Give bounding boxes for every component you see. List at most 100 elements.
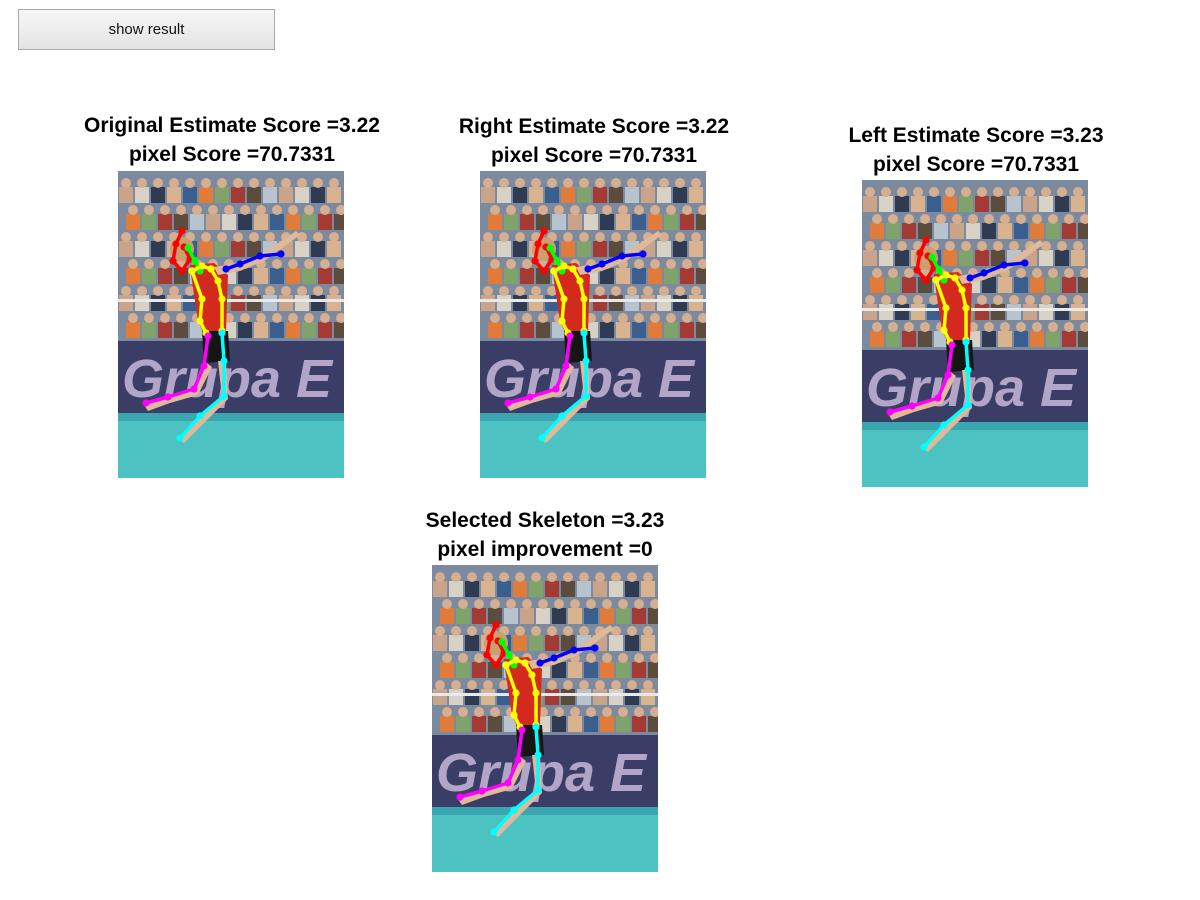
skeleton-head-joint bbox=[540, 227, 548, 235]
panel-original-pixel-score: pixel Score =70.7331 bbox=[128, 143, 336, 166]
skeleton-left-leg-joint bbox=[504, 399, 512, 407]
skeleton-right-leg-joint bbox=[920, 443, 928, 451]
skeleton-right-arm-joint bbox=[1021, 259, 1029, 267]
skeleton-right-leg-joint bbox=[964, 366, 972, 374]
figure-window: show result Original Estimate Score =3.2… bbox=[0, 0, 1200, 900]
skeleton-left-leg-joint bbox=[142, 399, 150, 407]
skeleton-shoulders-joint bbox=[188, 267, 196, 275]
panel-selected-pixel-improvement: pixel improvement =0 bbox=[437, 538, 653, 561]
skeleton-torso-right-joint bbox=[958, 286, 966, 294]
skeleton-neck-joint bbox=[184, 244, 192, 252]
show-result-button[interactable]: show result bbox=[18, 9, 275, 50]
skeleton-right-leg-joint bbox=[220, 392, 228, 400]
skeleton-right-arm-joint bbox=[980, 269, 988, 277]
skeleton-right-arm-joint bbox=[536, 659, 544, 667]
skeleton-right-arm-joint bbox=[591, 644, 599, 652]
skeleton-torso-right-joint bbox=[528, 671, 536, 679]
skeleton-shoulders-joint bbox=[932, 276, 940, 284]
skeleton-right-leg-joint bbox=[582, 392, 590, 400]
skeleton-right-arm-joint bbox=[550, 654, 558, 662]
skeleton-torso-left-joint bbox=[942, 304, 950, 312]
skeleton-left-leg-joint bbox=[504, 779, 512, 787]
photo-canvas: Grupa E bbox=[862, 180, 1088, 487]
skeleton-right-arm-joint bbox=[966, 274, 974, 282]
skeleton-left-leg-joint bbox=[886, 408, 894, 416]
skeleton-shoulders-joint bbox=[521, 659, 529, 667]
skeleton-right-leg-joint bbox=[490, 828, 498, 836]
photo-canvas: Grupa E bbox=[480, 171, 706, 478]
skeleton-head-joint bbox=[483, 651, 491, 659]
skeleton-shoulders-joint bbox=[502, 661, 510, 669]
skeleton-right-leg-joint bbox=[534, 786, 542, 794]
skeleton-right-arm-joint bbox=[570, 646, 578, 654]
skeleton-left-leg-joint bbox=[478, 787, 486, 795]
skeleton-right-leg-joint bbox=[940, 421, 948, 429]
skeleton-shoulders-joint bbox=[569, 265, 577, 273]
panel-selected-title: Selected Skeleton =3.23 pixel improvemen… bbox=[375, 506, 715, 564]
skeleton-right-leg-joint bbox=[196, 412, 204, 420]
skeleton-torso-left-joint bbox=[512, 689, 520, 697]
skeleton-head-joint bbox=[531, 257, 539, 265]
skeleton-left-leg-joint bbox=[514, 756, 522, 764]
skeleton-shoulders-joint bbox=[942, 271, 950, 279]
panel-right-pixel-score: pixel Score =70.7331 bbox=[490, 144, 698, 167]
skeleton-right-arm-joint bbox=[277, 250, 285, 258]
railing bbox=[480, 299, 706, 302]
skeleton-head-joint bbox=[922, 276, 930, 284]
skeleton-head-joint bbox=[178, 267, 186, 275]
skeleton-right-leg-joint bbox=[218, 329, 226, 337]
skeleton-head-joint bbox=[486, 634, 494, 642]
skeleton-neck-joint bbox=[505, 651, 513, 659]
skeleton-left-leg-joint bbox=[456, 793, 464, 801]
skeleton-head-joint bbox=[534, 240, 542, 248]
skeleton-neck-joint bbox=[546, 244, 554, 252]
skeleton-shoulders-joint bbox=[560, 262, 568, 270]
skeleton-right-leg-joint bbox=[538, 434, 546, 442]
skeleton-right-arm-joint bbox=[256, 252, 264, 260]
panel-selected-image: Grupa E bbox=[432, 565, 658, 872]
panel-left-image: Grupa E bbox=[862, 180, 1088, 487]
panel-right-image: Grupa E bbox=[480, 171, 706, 478]
railing bbox=[862, 308, 1088, 311]
skeleton-right-leg-joint bbox=[176, 434, 184, 442]
skeleton-left-leg-joint bbox=[204, 332, 212, 340]
panel-selected-score: Selected Skeleton =3.23 bbox=[425, 509, 665, 532]
skeleton-head-joint bbox=[492, 661, 500, 669]
panel-left-score: Left Estimate Score =3.23 bbox=[848, 124, 1104, 147]
skeleton-left-leg-joint bbox=[190, 385, 198, 393]
court-floor bbox=[480, 413, 706, 478]
railing bbox=[118, 299, 344, 302]
skeleton-right-leg-joint bbox=[532, 723, 540, 731]
skeleton-left-leg-joint bbox=[526, 393, 534, 401]
skeleton-torso-left-joint bbox=[558, 317, 566, 325]
skeleton-head-joint bbox=[916, 249, 924, 257]
skeleton-right-leg-joint bbox=[510, 806, 518, 814]
skeleton-head-joint bbox=[492, 621, 500, 629]
skeleton-torso-right-joint bbox=[580, 295, 588, 303]
skeleton-left-leg-joint bbox=[566, 332, 574, 340]
skeleton-left-leg-joint bbox=[518, 726, 526, 734]
skeleton-head-joint bbox=[913, 266, 921, 274]
skeleton-neck-joint bbox=[498, 638, 506, 646]
skeleton-neck-joint bbox=[928, 253, 936, 261]
panel-right-title: Right Estimate Score =3.22 pixel Score =… bbox=[424, 112, 764, 170]
panel-right-score: Right Estimate Score =3.22 bbox=[458, 115, 730, 138]
skeleton-neck-joint bbox=[191, 257, 199, 265]
skeleton-torso-right-joint bbox=[962, 304, 970, 312]
skeleton-torso-left-joint bbox=[196, 317, 204, 325]
railing bbox=[432, 693, 658, 696]
skeleton-right-arm-joint bbox=[1000, 261, 1008, 269]
skeleton-head-joint bbox=[169, 257, 177, 265]
panel-original-image: Grupa E bbox=[118, 171, 344, 478]
skeleton-neck-joint bbox=[935, 266, 943, 274]
panel-original-title: Original Estimate Score =3.22 pixel Scor… bbox=[62, 111, 402, 169]
skeleton-right-leg-joint bbox=[580, 329, 588, 337]
court-floor bbox=[432, 807, 658, 872]
skeleton-neck-joint bbox=[553, 257, 561, 265]
skeleton-torso-right-joint bbox=[576, 277, 584, 285]
skeleton-torso-right-joint bbox=[532, 689, 540, 697]
skeleton-torso-right-joint bbox=[218, 295, 226, 303]
skeleton-right-arm-joint bbox=[584, 265, 592, 273]
skeleton-shoulders-joint bbox=[512, 656, 520, 664]
skeleton-right-leg-joint bbox=[582, 357, 590, 365]
